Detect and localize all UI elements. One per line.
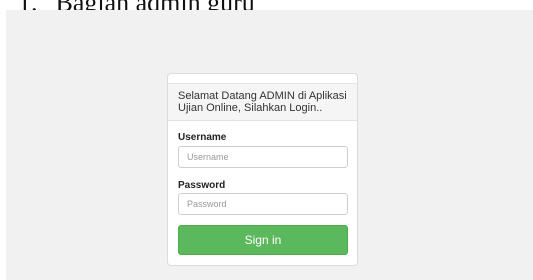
- username-label: Username: [178, 132, 227, 143]
- username-input[interactable]: [178, 146, 348, 168]
- login-panel: Selamat Datang ADMIN di Aplikasi Ujian O…: [167, 73, 358, 266]
- welcome-message: Selamat Datang ADMIN di Aplikasi Ujian O…: [168, 83, 357, 121]
- password-input[interactable]: [178, 193, 348, 215]
- login-page: Selamat Datang ADMIN di Aplikasi Ujian O…: [6, 10, 533, 280]
- sign-in-button[interactable]: Sign in: [178, 225, 348, 255]
- password-label: Password: [178, 180, 226, 191]
